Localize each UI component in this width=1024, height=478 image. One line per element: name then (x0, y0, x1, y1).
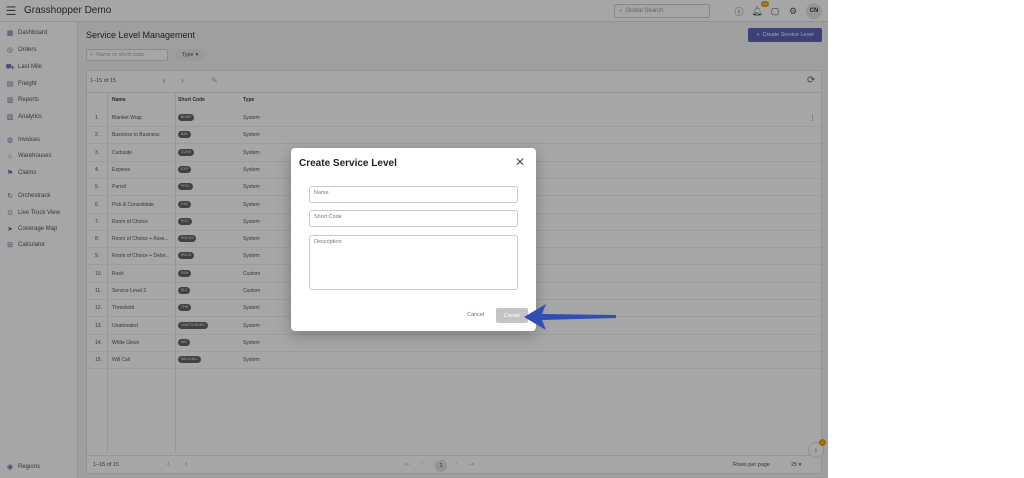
arrow-shape (524, 304, 616, 330)
name-input[interactable]: Name (309, 186, 518, 203)
cancel-button[interactable]: Cancel (467, 312, 484, 318)
annotation-arrow (524, 304, 616, 330)
close-icon[interactable]: ✕ (515, 156, 525, 168)
app-root: ☰ Grasshopper Demo ⌕ Global Search ⓘ 🔔︎ 1… (0, 0, 828, 478)
dialog-title: Create Service Level (299, 158, 397, 169)
short-code-input[interactable]: Short Code (309, 210, 518, 227)
description-textarea[interactable]: Description (309, 235, 518, 290)
create-service-level-dialog: Create Service Level ✕ Name Short Code D… (291, 148, 536, 331)
